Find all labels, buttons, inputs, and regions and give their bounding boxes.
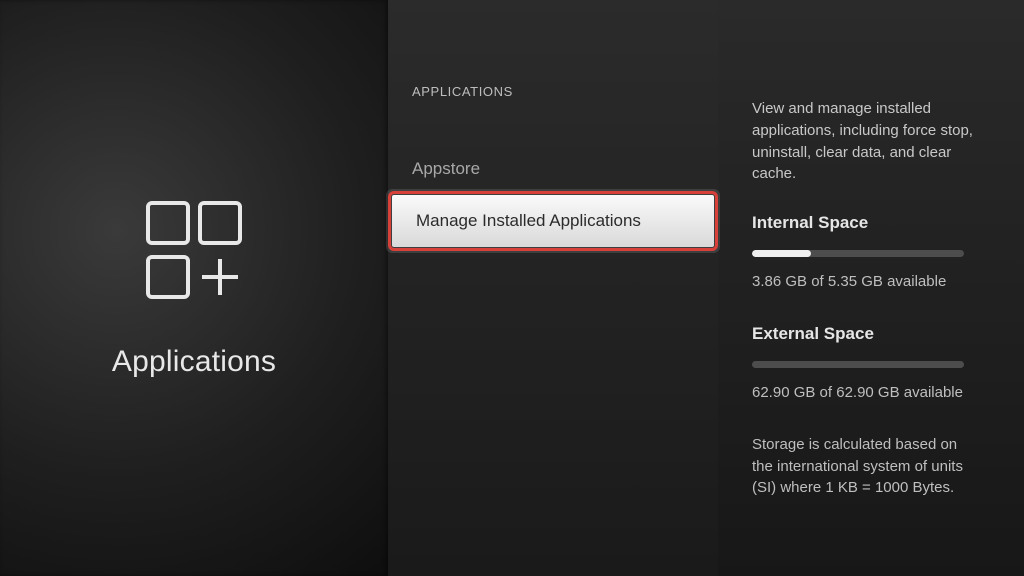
internal-space-bar (752, 250, 964, 257)
applications-settings-screen: Applications APPLICATIONS Appstore Manag… (0, 0, 1024, 576)
internal-space-text: 3.86 GB of 5.35 GB available (752, 271, 990, 293)
storage-note: Storage is calculated based on the inter… (752, 434, 982, 499)
external-space-title: External Space (752, 322, 990, 347)
external-space-bar (752, 361, 964, 368)
internal-space-title: Internal Space (752, 211, 990, 236)
applications-icon (134, 197, 254, 317)
left-panel-title: Applications (112, 345, 276, 379)
left-panel: Applications (0, 0, 388, 576)
menu-panel: APPLICATIONS Appstore Manage Installed A… (388, 0, 718, 576)
menu-header: APPLICATIONS (388, 84, 718, 143)
menu-item-manage-installed-applications[interactable]: Manage Installed Applications (392, 195, 714, 247)
menu-list: Appstore Manage Installed Applications (388, 143, 718, 247)
external-space-text: 62.90 GB of 62.90 GB available (752, 382, 990, 404)
detail-panel: View and manage installed applications, … (718, 0, 1024, 576)
menu-item-appstore[interactable]: Appstore (388, 143, 718, 195)
detail-description: View and manage installed applications, … (752, 98, 982, 185)
internal-space-bar-fill (752, 250, 811, 257)
